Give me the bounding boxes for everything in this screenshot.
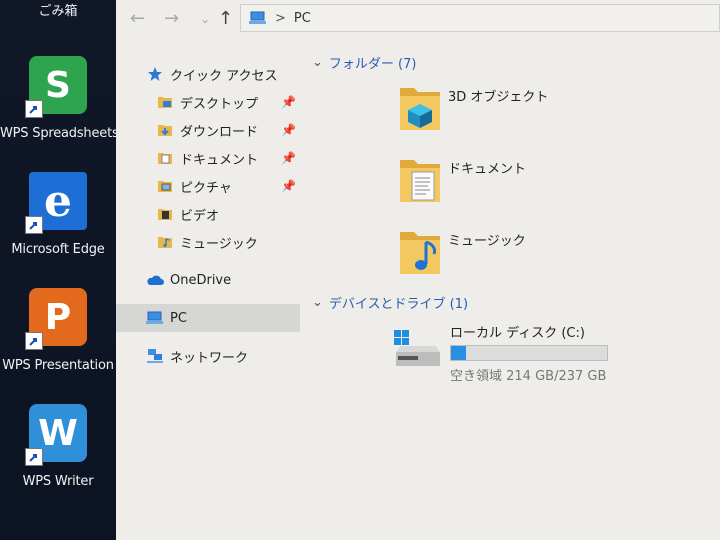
sidebar-item-quick-access[interactable]: クイック アクセス — [116, 60, 300, 88]
shortcut-arrow-icon — [25, 448, 43, 466]
sidebar-item-label: PC — [170, 310, 187, 326]
wps-spreadsheets-icon: S — [25, 56, 87, 118]
recent-locations-chevron-icon[interactable]: ⌄ — [200, 12, 210, 26]
chevron-down-icon: ⌄ — [312, 55, 323, 70]
drive-item-c[interactable]: ローカル ディスク (C:) 空き領域 214 GB/237 GB — [392, 322, 608, 384]
sidebar-item-label: ミュージック — [180, 236, 258, 252]
network-icon — [146, 347, 164, 365]
sidebar-item-label: OneDrive — [170, 272, 232, 288]
desktop-icon-label: WPS Spreadsheets — [0, 126, 119, 141]
desktop-folder-icon — [156, 93, 174, 111]
group-title: デバイスとドライブ (1) — [328, 297, 469, 312]
pin-icon[interactable]: 📌 — [281, 151, 296, 165]
documents-folder-icon — [156, 149, 174, 167]
drive-usage-fill — [451, 346, 467, 360]
desktop-icon-label: WPS Presentation — [2, 358, 114, 373]
drives-group-header[interactable]: ⌄ デバイスとドライブ (1) — [312, 293, 468, 312]
sidebar-item-label: ビデオ — [180, 208, 220, 224]
recycle-bin-label[interactable]: ごみ箱 — [0, 0, 116, 19]
downloads-folder-icon — [156, 121, 174, 139]
sidebar-item-videos[interactable]: ビデオ — [116, 200, 300, 228]
sidebar-item-desktop[interactable]: デスクトップ 📌 — [116, 88, 300, 116]
pin-icon[interactable]: 📌 — [281, 123, 296, 137]
desktop-icon-wps-presentation[interactable]: P WPS Presentation — [0, 288, 116, 373]
cloud-icon — [146, 271, 164, 289]
sidebar-item-pictures[interactable]: ピクチャ 📌 — [116, 172, 300, 200]
desktop-icon-wps-writer[interactable]: W WPS Writer — [0, 404, 116, 489]
drive-name: ローカル ディスク (C:) — [450, 326, 585, 341]
file-explorer-window: ← → ⌄ ↑ > PC クイック アクセス デスクトップ 📌 ダウンロード 📌… — [116, 0, 720, 540]
drive-usage-bar — [450, 345, 608, 361]
breadcrumb-separator-icon: > — [275, 10, 286, 26]
chevron-down-icon: ⌄ — [312, 295, 323, 310]
sidebar-item-label: ダウンロード — [180, 124, 259, 140]
music-folder-icon — [156, 233, 174, 251]
folder-label: ドキュメント — [448, 162, 527, 177]
pin-icon[interactable]: 📌 — [281, 179, 296, 193]
edge-icon: e — [25, 172, 87, 234]
desktop-area: ごみ箱 S WPS Spreadsheets e Microsoft Edge … — [0, 0, 119, 540]
sidebar-item-label: ネットワーク — [170, 350, 249, 366]
shortcut-arrow-icon — [25, 100, 43, 118]
desktop-icon-microsoft-edge[interactable]: e Microsoft Edge — [0, 172, 116, 257]
documents-folder-icon — [398, 154, 442, 206]
sidebar-item-onedrive[interactable]: OneDrive — [116, 266, 300, 294]
sidebar-item-label: クイック アクセス — [170, 68, 278, 84]
folder-item-music[interactable]: ミュージック — [398, 226, 526, 278]
pc-icon — [249, 11, 266, 24]
folder-label: ミュージック — [448, 234, 526, 249]
desktop-icon-label: Microsoft Edge — [11, 242, 105, 257]
folder-item-3d-objects[interactable]: 3D オブジェクト — [398, 82, 548, 134]
sidebar-item-label: ピクチャ — [180, 180, 232, 196]
music-folder-icon — [398, 226, 442, 278]
folder-label: 3D オブジェクト — [448, 90, 549, 105]
desktop-icon-label: WPS Writer — [22, 474, 94, 489]
back-arrow-icon[interactable]: ← — [130, 8, 145, 29]
pin-icon[interactable]: 📌 — [281, 95, 296, 109]
forward-arrow-icon[interactable]: → — [164, 8, 179, 29]
folder-item-documents[interactable]: ドキュメント — [398, 154, 526, 206]
star-icon — [146, 65, 164, 83]
hard-drive-icon — [392, 322, 444, 374]
pictures-folder-icon — [156, 177, 174, 195]
group-title: フォルダー (7) — [328, 57, 417, 72]
wps-presentation-icon: P — [25, 288, 87, 350]
breadcrumb-pc[interactable]: PC — [294, 11, 311, 26]
sidebar-item-documents[interactable]: ドキュメント 📌 — [116, 144, 300, 172]
folders-group-header[interactable]: ⌄ フォルダー (7) — [312, 53, 416, 72]
address-bar[interactable]: > PC — [240, 4, 720, 32]
desktop-icon-wps-spreadsheets[interactable]: S WPS Spreadsheets — [0, 56, 119, 141]
pc-icon — [146, 309, 164, 327]
content-pane: ⌄ フォルダー (7) 3D オブジェクト ドキュメント ミュージック ⌄ デバ… — [312, 42, 720, 540]
drive-free-space: 空き領域 214 GB/237 GB — [450, 369, 607, 384]
sidebar-item-downloads[interactable]: ダウンロード 📌 — [116, 116, 300, 144]
wps-writer-icon: W — [25, 404, 87, 466]
shortcut-arrow-icon — [25, 332, 43, 350]
sidebar-item-label: デスクトップ — [180, 96, 259, 112]
sidebar-item-pc[interactable]: PC — [116, 304, 300, 332]
sidebar-item-music[interactable]: ミュージック — [116, 228, 300, 256]
3d-objects-folder-icon — [398, 82, 442, 134]
navigation-pane: クイック アクセス デスクトップ 📌 ダウンロード 📌 ドキュメント 📌 ピクチ… — [116, 55, 300, 375]
sidebar-item-label: ドキュメント — [180, 152, 259, 168]
navigation-bar: ← → ⌄ ↑ > PC — [116, 0, 720, 40]
up-arrow-icon[interactable]: ↑ — [218, 8, 233, 29]
shortcut-arrow-icon — [25, 216, 43, 234]
sidebar-item-network[interactable]: ネットワーク — [116, 342, 300, 370]
videos-folder-icon — [156, 205, 174, 223]
